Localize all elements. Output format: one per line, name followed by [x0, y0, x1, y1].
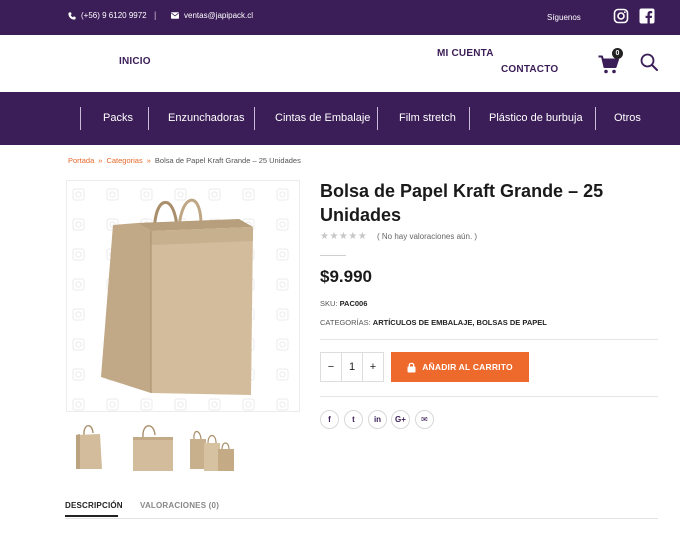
product-price: $9.990 [320, 267, 372, 286]
quantity-stepper: − 1 + [320, 352, 384, 382]
email-contact[interactable]: ventas@japipack.cl [171, 11, 253, 20]
category-otros[interactable]: Otros [614, 92, 641, 145]
product-main-image[interactable] [66, 180, 300, 412]
quantity-input[interactable]: 1 [341, 353, 363, 381]
category-divider [595, 107, 596, 130]
category-divider [254, 107, 255, 130]
quantity-increase-button[interactable]: + [363, 353, 383, 381]
paper-bags-group-thumbnail [190, 430, 234, 471]
nav-mi-cuenta[interactable]: MI CUENTA [437, 48, 494, 59]
breadcrumb-separator: » [98, 156, 103, 165]
top-bar: (+56) 9 6120 9972 | ventas@japipack.cl S… [0, 0, 680, 35]
categories-value[interactable]: ARTÍCULOS DE EMBALAJE, BOLSAS DE PAPEL [373, 318, 547, 327]
divider [320, 396, 658, 397]
nav-inicio[interactable]: INICIO [119, 56, 151, 67]
category-cintas-de-embalaje[interactable]: Cintas de Embalaje [275, 92, 370, 145]
category-divider [469, 107, 470, 130]
categories-line: CATEGORÍAS: ARTÍCULOS DE EMBALAJE, BOLSA… [320, 318, 547, 327]
main-header: INICIO MI CUENTA CONTACTO 0 [0, 35, 680, 92]
envelope-icon [171, 12, 179, 19]
rating-stars: ★★★★★ [320, 231, 368, 242]
nav-contacto[interactable]: CONTACTO [501, 64, 558, 75]
active-tab-indicator [65, 515, 118, 517]
category-packs[interactable]: Packs [103, 92, 133, 145]
sku-value: PAC006 [339, 299, 368, 308]
share-facebook-icon[interactable]: f [320, 410, 339, 429]
breadcrumb: Portada» Categorias» Bolsa de Papel Kraft … [68, 156, 301, 165]
instagram-icon[interactable] [613, 8, 629, 24]
category-film-stretch[interactable]: Film stretch [399, 92, 456, 145]
tab-valoraciones[interactable]: VALORACIONES (0) [140, 501, 219, 510]
share-googleplus-icon[interactable]: G+ [391, 410, 410, 429]
search-icon[interactable] [640, 53, 658, 71]
category-divider [377, 107, 378, 130]
category-plastico-de-burbuja[interactable]: Plástico de burbuja [489, 92, 583, 145]
rating-text[interactable]: ( No hay valoraciones aún. ) [377, 232, 477, 241]
share-twitter-icon[interactable]: t [344, 410, 363, 429]
thumbnail-2[interactable] [127, 421, 179, 473]
add-to-cart-button[interactable]: AÑADIR AL CARRITO [391, 352, 529, 382]
tab-descripcion[interactable]: DESCRIPCIÓN [65, 501, 123, 510]
tabs-divider [65, 518, 658, 519]
phone-number: (+56) 9 6120 9972 [81, 11, 147, 20]
breadcrumb-categorias[interactable]: Categorias [106, 156, 142, 165]
add-to-cart-label: AÑADIR AL CARRITO [422, 362, 513, 372]
lock-icon [407, 362, 416, 372]
paper-bag-thumbnail [133, 425, 173, 471]
facebook-icon[interactable] [639, 8, 655, 24]
cart-count-badge: 0 [612, 48, 623, 59]
category-nav: Packs Enzunchadoras Cintas de Embalaje F… [0, 92, 680, 145]
divider [320, 339, 658, 340]
share-email-icon[interactable]: ✉ [415, 410, 434, 429]
breadcrumb-current: Bolsa de Papel Kraft Grande – 25 Unidade… [154, 156, 301, 165]
paper-bag-image [67, 181, 299, 411]
category-enzunchadoras[interactable]: Enzunchadoras [168, 92, 244, 145]
share-linkedin-icon[interactable]: in [368, 410, 387, 429]
breadcrumb-portada[interactable]: Portada [68, 156, 94, 165]
sku-line: SKU: PAC006 [320, 299, 367, 308]
paper-bag-thumbnail [76, 425, 102, 469]
category-divider [80, 107, 81, 130]
thumbnail-1[interactable] [66, 421, 118, 473]
sku-label: SKU: [320, 299, 338, 308]
phone-icon [68, 11, 76, 20]
breadcrumb-separator: » [146, 156, 151, 165]
categories-label: CATEGORÍAS: [320, 318, 371, 327]
topbar-separator: | [154, 10, 157, 20]
email-address: ventas@japipack.cl [184, 11, 254, 20]
product-title: Bolsa de Papel Kraft Grande – 25 Unidade… [320, 181, 604, 225]
follow-label: Síguenos [547, 13, 581, 22]
thumbnail-3[interactable] [188, 421, 240, 473]
category-divider [148, 107, 149, 130]
divider [320, 255, 346, 256]
quantity-decrease-button[interactable]: − [321, 353, 341, 381]
phone-contact[interactable]: (+56) 9 6120 9972 [68, 11, 147, 20]
